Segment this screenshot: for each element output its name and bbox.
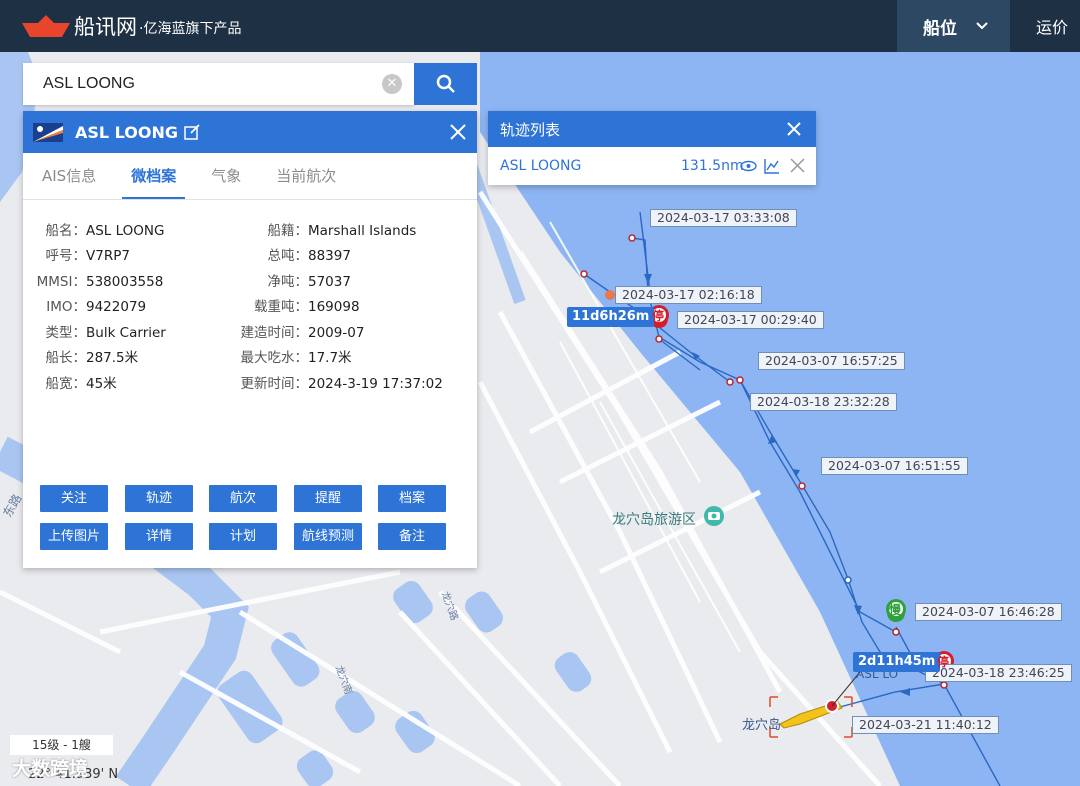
follow-button[interactable]: 关注 — [40, 485, 108, 512]
track-list-item[interactable]: ASL LOONG 131.5nm — [488, 147, 816, 185]
top-header: 船讯网 ·亿海蓝旗下产品 船位 运价 — [0, 0, 1080, 52]
upload-photo-button[interactable]: 上传图片 — [40, 523, 108, 550]
field-max-draft: 最大吃水：17.7米 — [240, 350, 352, 366]
logo-text: 船讯网 — [74, 15, 137, 39]
track-time-label[interactable]: 2024-03-07 16:51:55 — [821, 457, 968, 475]
zoom-level-indicator: 15级 - 1艘 — [10, 735, 113, 755]
ship-panel-header: ASL LOONG — [23, 111, 477, 153]
eye-icon[interactable] — [740, 159, 757, 173]
ship-info-panel: ASL LOONG AIS信息 微档案 气象 当前航次 船名：ASL LOONG… — [23, 111, 477, 568]
nav-freight[interactable]: 运价 — [1036, 0, 1068, 52]
nav-ship-position-label: 船位 — [923, 18, 957, 39]
track-time-label[interactable]: 2024-03-18 23:32:28 — [750, 393, 897, 411]
track-time-label[interactable]: 2024-03-07 16:57:25 — [758, 352, 905, 370]
tab-ais-info[interactable]: AIS信息 — [33, 153, 105, 199]
stop-glyph: 停 — [652, 309, 665, 323]
archive-button[interactable]: 档案 — [378, 485, 446, 512]
watermark: 大数跨境 — [12, 758, 89, 780]
track-item-name: ASL LOONG — [500, 158, 582, 174]
stop-duration-badge[interactable]: 11d6h26m — [567, 307, 655, 327]
track-time-label[interactable]: 2024-03-17 00:29:40 — [677, 311, 824, 329]
marshall-islands-flag-icon — [33, 122, 63, 142]
route-forecast-button[interactable]: 航线预测 — [294, 523, 362, 550]
nav-ship-position[interactable]: 船位 — [897, 0, 1010, 52]
stop-glyph: 停 — [937, 655, 950, 669]
field-net-tonnage: 净吨：57037 — [267, 274, 351, 290]
close-icon[interactable] — [786, 121, 802, 137]
boat-logo-icon — [22, 15, 70, 37]
poi-label[interactable]: 龙穴岛旅游区 — [612, 509, 696, 529]
details-button[interactable]: 详情 — [125, 523, 193, 550]
ship-tabs: AIS信息 微档案 气象 当前航次 — [23, 153, 477, 200]
track-item-distance: 131.5nm — [681, 158, 744, 174]
track-list-panel: 轨迹列表 ASL LOONG 131.5nm — [488, 111, 816, 185]
tab-profile[interactable]: 微档案 — [122, 153, 186, 199]
clear-icon[interactable]: ✕ — [382, 74, 402, 94]
logo[interactable]: 船讯网 ·亿海蓝旗下产品 — [0, 0, 241, 52]
track-time-label[interactable]: 2024-03-17 03:33:08 — [650, 209, 797, 227]
remove-icon[interactable] — [790, 158, 805, 173]
search-button[interactable] — [414, 63, 477, 105]
stop-duration-badge[interactable]: 2d11h45m — [853, 652, 941, 672]
notes-button[interactable]: 备注 — [378, 523, 446, 550]
track-time-label[interactable]: 2024-03-07 16:46:28 — [915, 603, 1062, 621]
ship-name-title: ASL LOONG — [75, 122, 179, 142]
field-flag: 船籍：Marshall Islands — [267, 223, 417, 239]
track-list-title: 轨迹列表 — [500, 120, 561, 139]
field-deadweight: 载重吨：169098 — [254, 299, 360, 315]
search-input[interactable] — [23, 63, 373, 105]
slow-glyph: 慢 — [889, 603, 902, 617]
track-button[interactable]: 轨迹 — [125, 485, 193, 512]
field-built: 建造时间：2009-07 — [240, 325, 365, 341]
track-time-label[interactable]: 2024-03-21 11:40:12 — [852, 716, 999, 734]
logo-subtitle: ·亿海蓝旗下产品 — [139, 21, 242, 37]
field-updated: 更新时间：2024-3-19 17:37:02 — [240, 376, 443, 392]
close-icon[interactable] — [449, 123, 467, 141]
search-bar: ✕ — [23, 63, 414, 105]
track-list-header: 轨迹列表 — [488, 111, 816, 147]
chart-line-icon[interactable] — [764, 158, 780, 174]
chevron-down-icon — [976, 22, 988, 30]
plan-button[interactable]: 计划 — [209, 523, 277, 550]
place-label: 龙穴岛 — [742, 718, 782, 733]
tab-weather[interactable]: 气象 — [202, 153, 250, 199]
voyage-button[interactable]: 航次 — [209, 485, 277, 512]
search-icon — [436, 74, 455, 93]
edit-icon[interactable] — [184, 124, 200, 140]
field-gross-tonnage: 总吨：88397 — [267, 248, 351, 264]
track-time-label[interactable]: 2024-03-17 02:16:18 — [615, 286, 762, 304]
tab-current-voyage[interactable]: 当前航次 — [267, 153, 345, 199]
reminder-button[interactable]: 提醒 — [294, 485, 362, 512]
